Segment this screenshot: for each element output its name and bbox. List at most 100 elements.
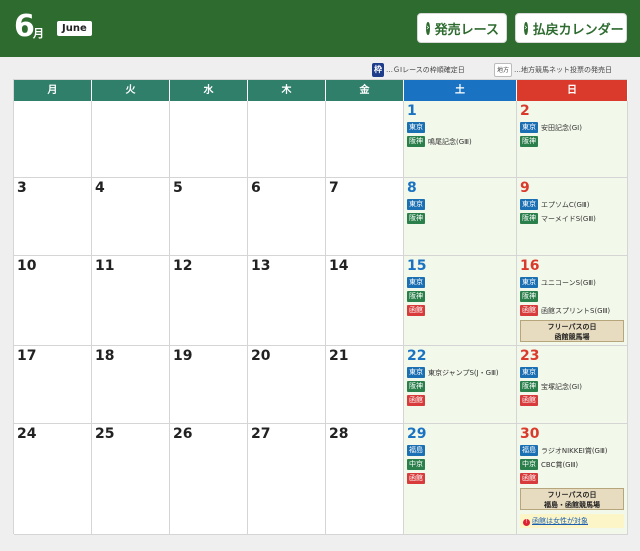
venue-badge[interactable]: 函館 — [520, 395, 538, 406]
day-number: 19 — [173, 348, 193, 364]
day-number: 9 — [520, 180, 530, 196]
race-entry: 函館 — [520, 394, 625, 407]
legend-text: …ＧⅠレースの枠順確定日 — [386, 66, 465, 74]
venue-badge[interactable]: 函館 — [407, 305, 425, 316]
venue-badge[interactable]: 阪神 — [407, 213, 425, 224]
race-name-link[interactable]: ラジオNIKKEI賞(GⅢ) — [541, 446, 608, 456]
race-entry: 阪神 — [407, 212, 514, 225]
month-number: 6 — [14, 9, 35, 44]
day-cell: 16 東京 ユニコーンS(GⅢ) 阪神函館 函館スプリントS(GⅢ) フリーパスの日 函館競… — [517, 256, 628, 346]
day-cell: 23 東京 阪神 宝塚記念(GⅠ) 函館 — [517, 346, 628, 424]
venue-badge[interactable]: 函館 — [520, 473, 538, 484]
venue-badge[interactable]: 福島 — [407, 445, 425, 456]
venue-badge[interactable]: 阪神 — [520, 136, 538, 147]
day-cell: 6 — [248, 178, 326, 256]
chevron-right-circle-icon: › — [524, 21, 528, 35]
day-cell: 28 — [326, 424, 404, 535]
legend-g1-draw: 枠 …ＧⅠレースの枠順確定日 — [372, 62, 465, 78]
day-cell: 20 — [248, 346, 326, 424]
day-cell: 25 — [92, 424, 170, 535]
women-only-link[interactable]: 函館は女性が対象 — [532, 517, 588, 525]
day-cell: 4 — [92, 178, 170, 256]
calendar-header: 6 月 June › 発売レース › 払戻カレンダー — [0, 0, 640, 57]
day-cell: 17 — [14, 346, 92, 424]
day-cell: 24 — [14, 424, 92, 535]
weekday-header: 火 — [92, 80, 170, 101]
race-list: 東京 エプソムC(GⅢ) 阪神 マーメイドS(GⅢ) — [520, 198, 625, 226]
day-cell: 2 東京 安田記念(GⅠ) 阪神 — [517, 101, 628, 178]
venue-badge[interactable]: 東京 — [407, 367, 425, 378]
day-cell — [14, 101, 92, 178]
race-entry: 阪神 — [520, 290, 625, 303]
race-entry: 東京 — [407, 198, 514, 211]
day-cell: 1 東京 阪神 鳴尾記念(GⅢ) — [404, 101, 517, 178]
venue-badge[interactable]: 阪神 — [407, 136, 425, 147]
race-entry: 東京 エプソムC(GⅢ) — [520, 198, 625, 211]
day-number: 24 — [17, 426, 37, 442]
day-cell: 11 — [92, 256, 170, 346]
day-cell: 14 — [326, 256, 404, 346]
race-sales-button[interactable]: › 発売レース — [417, 13, 507, 43]
race-entry: 阪神 鳴尾記念(GⅢ) — [407, 135, 514, 148]
venue-badge[interactable]: 阪神 — [407, 381, 425, 392]
race-name-link[interactable]: 鳴尾記念(GⅢ) — [428, 137, 472, 147]
month-suffix: 月 — [33, 27, 44, 40]
venue-badge[interactable]: 東京 — [407, 199, 425, 210]
day-number: 22 — [407, 348, 427, 364]
race-list: 東京 阪神 函館 — [407, 276, 514, 318]
venue-badge[interactable]: 阪神 — [520, 381, 538, 392]
weekday-header: 金 — [326, 80, 404, 101]
race-list: 東京阪神 鳴尾記念(GⅢ) — [407, 121, 514, 149]
race-name-link[interactable]: 宝塚記念(GⅠ) — [541, 382, 582, 392]
day-number: 17 — [17, 348, 37, 364]
day-cell: 22 東京 東京ジャンプS(J・GⅢ) 阪神函館 — [404, 346, 517, 424]
freepass-text: 函館競馬場 — [554, 333, 590, 341]
day-number: 4 — [95, 180, 105, 196]
venue-badge[interactable]: 中京 — [407, 459, 425, 470]
freepass-day-banner[interactable]: フリーパスの日 函館競馬場 — [520, 320, 624, 342]
day-number: 15 — [407, 258, 427, 274]
venue-badge[interactable]: 中京 — [520, 459, 538, 470]
day-cell: 19 — [170, 346, 248, 424]
day-number: 13 — [251, 258, 271, 274]
day-number: 16 — [520, 258, 540, 274]
race-list: 東京 安田記念(GⅠ) 阪神 — [520, 121, 625, 149]
venue-badge[interactable]: 函館 — [407, 395, 425, 406]
race-name-link[interactable]: 安田記念(GⅠ) — [541, 123, 582, 133]
race-name-link[interactable]: ユニコーンS(GⅢ) — [541, 278, 596, 288]
day-number: 25 — [95, 426, 115, 442]
race-entry: 函館 — [407, 472, 514, 485]
payout-calendar-button[interactable]: › 払戻カレンダー — [515, 13, 627, 43]
day-number: 2 — [520, 103, 530, 119]
race-entry: 東京 — [407, 276, 514, 289]
venue-badge[interactable]: 東京 — [520, 199, 538, 210]
day-cell: 10 — [14, 256, 92, 346]
venue-badge[interactable]: 東京 — [520, 277, 538, 288]
venue-badge[interactable]: 東京 — [407, 122, 425, 133]
venue-badge[interactable]: 函館 — [407, 473, 425, 484]
day-number: 11 — [95, 258, 115, 274]
race-name-link[interactable]: マーメイドS(GⅢ) — [541, 214, 596, 224]
race-entry: 東京 — [407, 121, 514, 134]
day-number: 6 — [251, 180, 261, 196]
race-list: 東京 阪神 — [407, 198, 514, 226]
venue-badge[interactable]: 阪神 — [407, 291, 425, 302]
race-entry: 阪神 — [407, 290, 514, 303]
venue-badge[interactable]: 福島 — [520, 445, 538, 456]
race-name-link[interactable]: CBC賞(GⅢ) — [541, 460, 578, 470]
venue-badge[interactable]: 東京 — [407, 277, 425, 288]
weekday-header: 日 — [517, 80, 628, 101]
race-name-link[interactable]: 函館スプリントS(GⅢ) — [541, 306, 610, 316]
race-name-link[interactable]: エプソムC(GⅢ) — [541, 200, 589, 210]
freepass-day-banner[interactable]: フリーパスの日 福島・函館競馬場 — [520, 488, 624, 510]
weekday-header: 木 — [248, 80, 326, 101]
venue-badge[interactable]: 函館 — [520, 305, 538, 316]
race-list: 東京阪神 宝塚記念(GⅠ) 函館 — [520, 366, 625, 408]
day-number: 29 — [407, 426, 427, 442]
venue-badge[interactable]: 阪神 — [520, 291, 538, 302]
venue-badge[interactable]: 東京 — [520, 122, 538, 133]
race-entry: 中京 — [407, 458, 514, 471]
venue-badge[interactable]: 阪神 — [520, 213, 538, 224]
venue-badge[interactable]: 東京 — [520, 367, 538, 378]
race-name-link[interactable]: 東京ジャンプS(J・GⅢ) — [428, 368, 499, 378]
